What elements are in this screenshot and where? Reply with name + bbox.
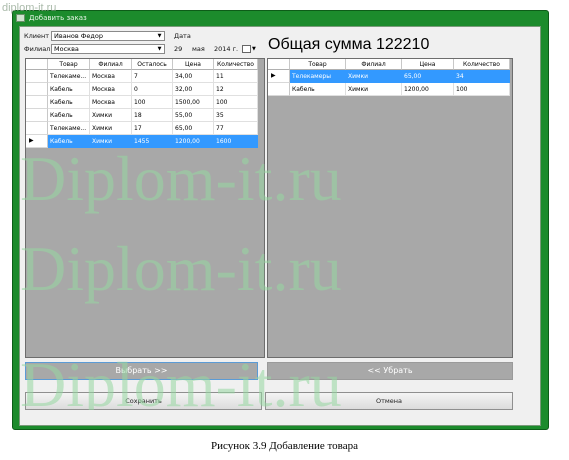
client-label: Клиент [24,32,50,40]
table-row[interactable]: Кабель Москва 0 32,00 12 [26,83,258,96]
chevron-down-icon: ▼ [157,33,162,39]
date-label: Дата [174,32,191,40]
table-cell[interactable]: 55,00 [173,109,214,122]
branch-select-value: Москва [54,45,79,53]
table-cell[interactable]: 1500,00 [173,96,214,109]
column-header[interactable]: Цена [402,59,454,70]
table-cell[interactable]: 35 [214,109,258,122]
table-cell[interactable]: 12 [214,83,258,96]
table-cell[interactable]: 100 [132,96,173,109]
table-cell[interactable]: 34 [454,70,510,83]
table-cell[interactable]: 100 [214,96,258,109]
app-icon [16,14,25,22]
column-header[interactable]: Количество [214,59,258,70]
table-cell[interactable]: Химки [346,83,402,96]
table-cell[interactable]: 77 [214,122,258,135]
watermark-text: Diplom-it.ru [20,233,342,304]
watermark-text: Diplom-it.ru [20,143,342,214]
table-row[interactable]: Кабель Москва 100 1500,00 100 [26,96,258,109]
table-cell[interactable]: 34,00 [173,70,214,83]
figure-caption: Рисунок 3.9 Добавление товара [210,440,358,452]
column-header[interactable]: Товар [290,59,346,70]
table-cell[interactable]: 11 [214,70,258,83]
row-header[interactable] [268,83,290,96]
table-cell[interactable]: 1200,00 [402,83,454,96]
table-cell[interactable]: 18 [132,109,173,122]
table-cell[interactable]: Москва [90,96,132,109]
client-select-value: Иванов Федор [54,32,103,40]
table-cell[interactable]: 17 [132,122,173,135]
table-row[interactable]: ТелекамерыХимки65,0034 [268,70,510,83]
chevron-down-icon: ▼ [252,46,256,52]
title-bar: Добавить заказ [13,11,548,25]
window-title: Добавить заказ [29,14,87,22]
column-header[interactable]: Филиал [346,59,402,70]
grid-corner [26,59,48,70]
table-cell[interactable]: Кабель [48,96,90,109]
table-row[interactable]: Телекаме... Москва 7 34,00 11 [26,70,258,83]
client-select[interactable]: Иванов Федор ▼ [51,31,165,41]
grid-corner [268,59,290,70]
row-header[interactable] [26,96,48,109]
watermark-text: Diplom-it.ru [20,355,342,410]
row-pointer-icon[interactable] [268,70,290,83]
column-header[interactable]: Товар [48,59,90,70]
date-day: 29 [174,45,183,53]
row-header[interactable] [26,109,48,122]
row-header[interactable] [26,83,48,96]
row-header[interactable] [26,122,48,135]
chevron-down-icon: ▼ [157,46,162,52]
table-cell[interactable]: 0 [132,83,173,96]
column-header[interactable]: Количество [454,59,510,70]
table-row[interactable]: Кабель Химки 18 55,00 35 [26,109,258,122]
table-cell[interactable]: Химки [90,122,132,135]
table-cell[interactable]: 65,00 [173,122,214,135]
branch-select[interactable]: Москва ▼ [51,44,165,54]
table-row[interactable]: Телекаме... Химки 17 65,00 77 [26,122,258,135]
table-cell[interactable]: Химки [346,70,402,83]
table-cell[interactable]: Химки [90,109,132,122]
table-cell[interactable]: Москва [90,83,132,96]
table-cell[interactable]: Кабель [290,83,346,96]
branch-label: Филиал [24,45,51,53]
table-cell[interactable]: 100 [454,83,510,96]
table-cell[interactable]: Москва [90,70,132,83]
table-cell[interactable]: 65,00 [402,70,454,83]
column-header[interactable]: Филиал [90,59,132,70]
column-header[interactable]: Осталось [132,59,173,70]
row-header[interactable] [26,70,48,83]
total-sum-label: Общая сумма 122210 [268,36,430,53]
table-cell[interactable]: Телекаме... [48,70,90,83]
date-picker[interactable]: 29 мая 2014 г. ▼ [172,44,260,54]
table-cell[interactable]: 32,00 [173,83,214,96]
table-cell[interactable]: Кабель [48,109,90,122]
table-cell[interactable]: Телекамеры [290,70,346,83]
calendar-icon[interactable] [242,45,251,53]
table-cell[interactable]: 7 [132,70,173,83]
table-cell[interactable]: Кабель [48,83,90,96]
table-cell[interactable]: Телекаме... [48,122,90,135]
watermark-small: diplom-it.ru [2,2,57,14]
date-month: мая [192,45,205,53]
date-year: 2014 г. [214,45,239,53]
column-header[interactable]: Цена [173,59,214,70]
table-row[interactable]: Кабель Химки 1200,00 100 [268,83,510,96]
